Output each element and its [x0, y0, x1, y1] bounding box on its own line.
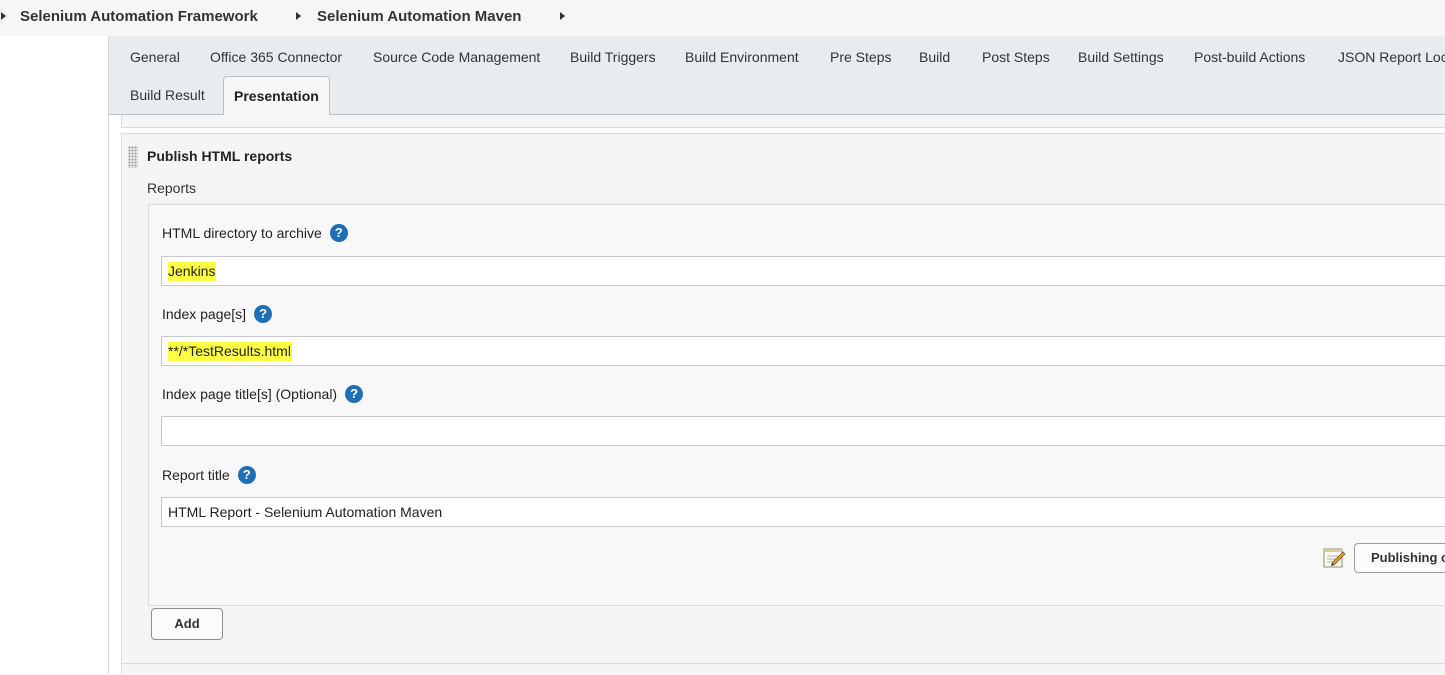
tab-general[interactable]: General — [130, 49, 180, 65]
tab-build[interactable]: Build — [919, 49, 950, 65]
tab-build-environment[interactable]: Build Environment — [685, 49, 799, 65]
report-title-input[interactable]: HTML Report - Selenium Automation Maven — [161, 497, 1445, 527]
help-icon[interactable]: ? — [237, 466, 256, 484]
index-page-titles-input[interactable] — [161, 416, 1445, 446]
index-pages-value: **/*TestResults.html — [168, 342, 292, 361]
config-tab-bar: General Office 365 Connector Source Code… — [109, 36, 1445, 115]
drag-handle-icon[interactable] — [128, 146, 138, 168]
help-icon[interactable]: ? — [254, 305, 273, 323]
report-title-value: HTML Report - Selenium Automation Maven — [168, 504, 443, 520]
left-sidebar — [0, 36, 109, 674]
html-directory-label: HTML directory to archive? — [162, 224, 348, 242]
tab-presentation[interactable]: Presentation — [223, 76, 330, 115]
notepad-pencil-icon — [1323, 548, 1346, 568]
index-pages-label: Index page[s]? — [162, 305, 273, 323]
publishing-options-button[interactable]: Publishing op — [1354, 543, 1445, 573]
previous-section-edge — [121, 115, 1445, 128]
publish-html-reports-section: Publish HTML reports Reports HTML direct… — [121, 133, 1445, 665]
tab-build-settings[interactable]: Build Settings — [1078, 49, 1164, 65]
html-directory-value: Jenkins — [168, 262, 217, 281]
html-directory-label-text: HTML directory to archive — [162, 225, 322, 241]
tab-office-365-connector[interactable]: Office 365 Connector — [210, 49, 342, 65]
caret-right-icon[interactable] — [296, 12, 301, 20]
breadcrumb-item-maven[interactable]: Selenium Automation Maven — [317, 8, 521, 25]
report-title-label-text: Report title — [162, 467, 230, 483]
help-icon[interactable]: ? — [329, 224, 348, 242]
index-page-titles-label-text: Index page title[s] (Optional) — [162, 386, 338, 402]
tab-build-result[interactable]: Build Result — [130, 87, 205, 103]
tab-source-code-management[interactable]: Source Code Management — [373, 49, 540, 65]
breadcrumb-item-framework[interactable]: Selenium Automation Framework — [20, 8, 258, 25]
caret-right-icon[interactable] — [1, 12, 6, 20]
index-page-titles-label: Index page title[s] (Optional)? — [162, 385, 364, 403]
index-pages-label-text: Index page[s] — [162, 306, 247, 322]
html-directory-input[interactable]: Jenkins — [161, 256, 1445, 286]
config-content: Publish HTML reports Reports HTML direct… — [109, 115, 1445, 675]
help-icon[interactable]: ? — [345, 385, 364, 403]
tab-json-report-locations[interactable]: JSON Report Loca — [1338, 49, 1445, 65]
next-section-edge — [121, 663, 1445, 675]
add-report-button[interactable]: Add — [151, 608, 223, 640]
tab-post-steps[interactable]: Post Steps — [982, 49, 1050, 65]
reports-label: Reports — [147, 180, 197, 196]
report-title-label: Report title? — [162, 466, 256, 484]
section-title: Publish HTML reports — [147, 148, 293, 164]
report-entry: HTML directory to archive? Jenkins Index… — [148, 204, 1445, 606]
index-pages-input[interactable]: **/*TestResults.html — [161, 336, 1445, 366]
tab-build-triggers[interactable]: Build Triggers — [570, 49, 656, 65]
tab-post-build-actions[interactable]: Post-build Actions — [1194, 49, 1305, 65]
breadcrumb: Selenium Automation Framework Selenium A… — [0, 0, 1445, 37]
tab-pre-steps[interactable]: Pre Steps — [830, 49, 891, 65]
caret-right-icon[interactable] — [560, 12, 565, 20]
